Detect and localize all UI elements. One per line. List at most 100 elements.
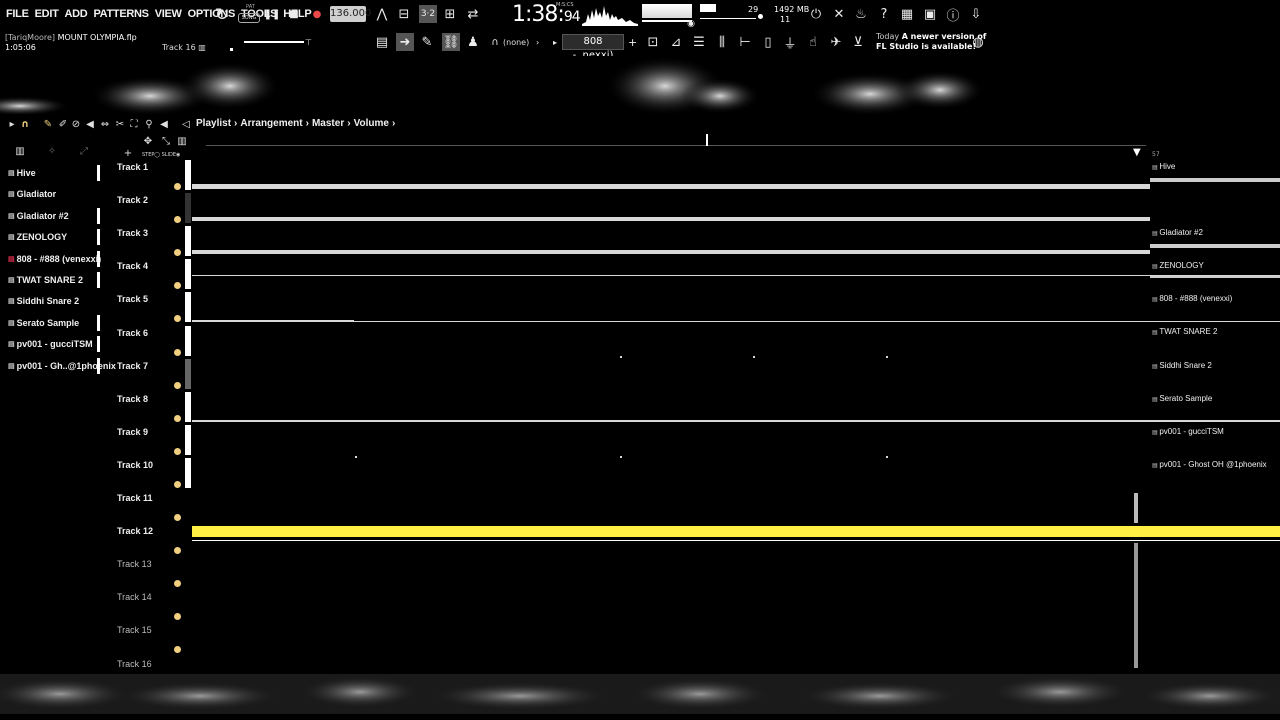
- track-color-strip[interactable]: [185, 292, 191, 323]
- track-color-strip[interactable]: [185, 259, 191, 290]
- track-color-strip[interactable]: [185, 457, 191, 488]
- pause-icon[interactable]: ❚❚: [264, 6, 281, 22]
- clip-track-5b[interactable]: [354, 321, 1280, 322]
- track-header-label[interactable]: Track 3: [117, 228, 148, 238]
- snap-selector[interactable]: (none): [503, 38, 529, 47]
- speaker-icon[interactable]: ◁: [180, 118, 192, 130]
- picker-item[interactable]: ▤ Serato Sample: [8, 316, 79, 330]
- track-color-strip[interactable]: [185, 160, 191, 190]
- track-header-label[interactable]: Track 16: [117, 659, 152, 669]
- track-header-label[interactable]: Track 4: [117, 261, 148, 271]
- track-header-label[interactable]: Track 2: [117, 195, 148, 205]
- song-mode-toggle[interactable]: SONG: [238, 13, 260, 23]
- playlist-icon[interactable]: ⊡: [645, 34, 661, 50]
- link-icon[interactable]: ⛓: [442, 33, 460, 51]
- menu-file[interactable]: FILE: [6, 8, 29, 20]
- pat-mode-label[interactable]: PAT: [246, 4, 255, 10]
- countdown-icon[interactable]: 3·2: [419, 5, 437, 23]
- keyboard-icon[interactable]: ▥: [176, 135, 188, 147]
- track-header-label[interactable]: Track 7: [117, 361, 148, 371]
- select-tool-icon[interactable]: ⛶: [128, 118, 140, 130]
- cart-icon[interactable]: ⊻: [850, 34, 866, 50]
- track-header-label[interactable]: Track 9: [117, 427, 148, 437]
- track-enable-dot[interactable]: [174, 613, 181, 621]
- timeline-ruler[interactable]: [206, 145, 1146, 146]
- download-icon[interactable]: ⇩: [968, 6, 984, 22]
- clip-continuation-line[interactable]: [1150, 276, 1280, 278]
- help-icon[interactable]: ?: [876, 6, 892, 22]
- track-enable-dot[interactable]: [174, 580, 181, 588]
- paint-tool-icon[interactable]: ✐: [57, 118, 69, 130]
- stamp-icon[interactable]: ♟: [465, 34, 481, 50]
- track-color-strip[interactable]: [185, 358, 191, 389]
- microphone-icon[interactable]: ♨: [853, 6, 869, 22]
- breadcrumb-item[interactable]: Volume: [354, 118, 389, 129]
- mixer-icon[interactable]: ⫼: [714, 34, 730, 50]
- slip-tool-icon[interactable]: ⇔: [99, 118, 111, 130]
- zoom-tool-icon[interactable]: ⚲: [143, 118, 155, 130]
- breadcrumb-item[interactable]: Master: [312, 118, 344, 129]
- track-color-strip[interactable]: [185, 193, 191, 224]
- breadcrumb-item[interactable]: Arrangement: [240, 118, 302, 129]
- track-enable-dot[interactable]: [174, 381, 181, 389]
- record-icon[interactable]: ●: [309, 6, 325, 22]
- pattern-selector[interactable]: 808 -..nexxi): [562, 34, 624, 61]
- clip-continuation-line[interactable]: [1150, 178, 1280, 182]
- menu-patterns[interactable]: PATTERNS: [93, 8, 149, 20]
- step-slide-toggle[interactable]: STEP◯ SLIDE◉: [142, 152, 180, 158]
- loop-record-icon[interactable]: ⇄: [465, 6, 481, 22]
- track-enable-dot[interactable]: [174, 447, 181, 455]
- clip-track-1[interactable]: [192, 184, 1150, 189]
- delete-tool-icon[interactable]: ⊘: [70, 118, 82, 130]
- playlist-menu-arrow-icon[interactable]: ▸: [6, 118, 18, 130]
- picker-item[interactable]: ▤ Gladiator #2: [8, 209, 69, 223]
- track-color-strip[interactable]: [185, 424, 191, 455]
- clip-track-5a[interactable]: [192, 320, 354, 322]
- render-icon[interactable]: ▣: [922, 6, 938, 22]
- picker-item[interactable]: ▤ ZENOLOGY: [8, 230, 67, 244]
- picker-item[interactable]: ▤ Gladiator: [8, 187, 56, 201]
- track-header-label[interactable]: Track 12: [117, 526, 153, 536]
- track-color-strip[interactable]: [185, 325, 191, 356]
- track-enable-dot[interactable]: [174, 249, 181, 257]
- track-enable-dot[interactable]: [174, 282, 181, 290]
- track-enable-dot[interactable]: [174, 348, 181, 356]
- disconnect-icon[interactable]: ✕: [831, 6, 847, 22]
- mute-tool-icon[interactable]: ◀: [84, 118, 96, 130]
- clip-track-8[interactable]: [192, 420, 1280, 422]
- track-enable-dot[interactable]: [174, 547, 181, 555]
- slice-tool-icon[interactable]: ✂: [114, 118, 126, 130]
- track-enable-dot[interactable]: [174, 183, 181, 190]
- track-enable-dot[interactable]: [174, 414, 181, 422]
- save-icon[interactable]: ▦: [899, 6, 915, 22]
- track-header-label[interactable]: Track 8: [117, 394, 148, 404]
- tempo-display[interactable]: 136.000: [330, 6, 371, 22]
- menu-edit[interactable]: EDIT: [35, 8, 59, 20]
- track-enable-dot[interactable]: [174, 315, 181, 323]
- add-track-icon[interactable]: +: [122, 147, 134, 159]
- clip-continuation-line[interactable]: [1150, 244, 1280, 248]
- clip-track-3[interactable]: [192, 250, 1150, 254]
- song-position-marker[interactable]: [706, 134, 708, 146]
- picker-item[interactable]: ▤ Hive: [8, 166, 36, 180]
- arrow-right-icon[interactable]: ➜: [396, 33, 414, 51]
- channel-rack-icon[interactable]: ⊿: [668, 34, 684, 50]
- clip-track-12-selected[interactable]: [192, 526, 1280, 537]
- magnet-icon[interactable]: ∩: [487, 34, 503, 50]
- stop-icon[interactable]: ■: [286, 6, 302, 22]
- picker-item[interactable]: ▤ TWAT SNARE 2: [8, 273, 83, 287]
- pitch-knob[interactable]: [758, 14, 763, 19]
- refresh-icon[interactable]: ↻: [212, 5, 232, 25]
- picker-item[interactable]: ▤ 808 - #888 (venexxi): [8, 252, 101, 266]
- power-icon[interactable]: ⏻: [808, 6, 824, 22]
- breadcrumb-item[interactable]: Playlist: [196, 118, 231, 129]
- picker-item[interactable]: ▤ pv001 - gucciTSM: [8, 337, 93, 351]
- track-header-label[interactable]: Track 6: [117, 328, 148, 338]
- pencil-icon[interactable]: ✎: [419, 34, 435, 50]
- menu-view[interactable]: VIEW: [155, 8, 182, 20]
- track-header-label[interactable]: Track 10: [117, 460, 153, 470]
- resize-icon[interactable]: ⤡: [160, 135, 172, 147]
- tools-icon[interactable]: ✈: [828, 34, 844, 50]
- menu-add[interactable]: ADD: [65, 8, 88, 20]
- blend-notes-icon[interactable]: ⊞: [442, 6, 458, 22]
